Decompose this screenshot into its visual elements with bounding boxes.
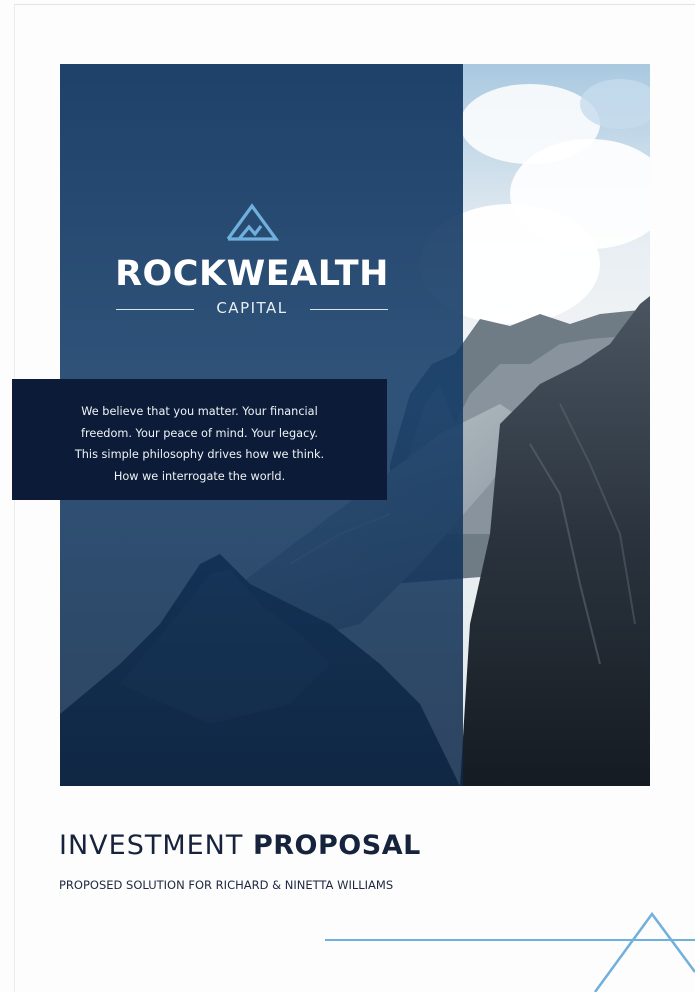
proposal-subtitle: PROPOSED SOLUTION FOR RICHARD & NINETTA … bbox=[59, 878, 394, 892]
footer-mountain-mark bbox=[325, 911, 695, 992]
brand-rule-right bbox=[310, 309, 388, 310]
title-light: INVESTMENT bbox=[59, 830, 244, 861]
philosophy-line: How we interrogate the world. bbox=[113, 469, 286, 483]
proposal-title: INVESTMENT PROPOSAL bbox=[59, 830, 421, 861]
page-edge-top bbox=[14, 4, 695, 5]
philosophy-text: We believe that you matter. Your financi… bbox=[12, 401, 387, 487]
philosophy-line: freedom. Your peace of mind. Your legacy… bbox=[81, 426, 318, 440]
brand-subtitle-block: CAPITAL bbox=[116, 299, 388, 321]
proposal-page: ROCKWEALTH CAPITAL We believe that you m… bbox=[0, 0, 695, 992]
title-bold: PROPOSAL bbox=[252, 830, 421, 861]
philosophy-line: We believe that you matter. Your financi… bbox=[81, 405, 318, 418]
brand-subtitle: CAPITAL bbox=[216, 299, 288, 317]
philosophy-line: This simple philosophy drives how we thi… bbox=[74, 448, 325, 461]
philosophy-box: We believe that you matter. Your financi… bbox=[12, 379, 387, 500]
brand-name: ROCKWEALTH bbox=[115, 254, 389, 294]
footer-peak-icon bbox=[593, 911, 695, 992]
mountain-icon bbox=[226, 203, 279, 241]
